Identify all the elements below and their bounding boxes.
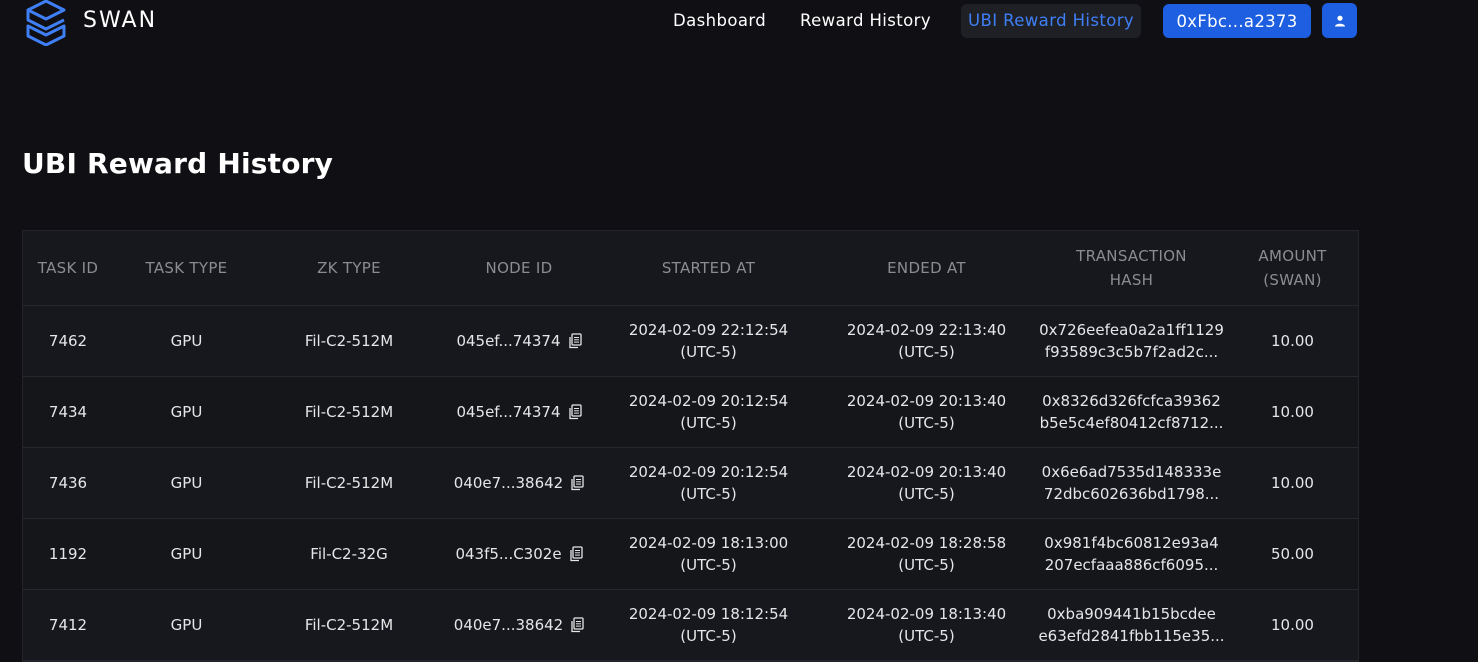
- zk-type-cell: Fil-C2-512M: [260, 305, 438, 377]
- amount-cell: 50.00: [1227, 518, 1358, 590]
- transaction-hash-cell[interactable]: 0x6e6ad7535d148333e 72dbc602636bd1798...: [1036, 447, 1227, 519]
- wallet-address-button[interactable]: 0xFbc...a2373: [1163, 4, 1311, 38]
- node-id-text: 040e7...38642: [453, 615, 564, 634]
- ended-at-cell: 2024-02-09 18:28:58 (UTC-5): [817, 518, 1036, 590]
- user-icon: [1334, 15, 1345, 26]
- task-id-cell: 1192: [23, 518, 113, 590]
- nav-ubi-reward-history[interactable]: UBI Reward History: [961, 4, 1142, 38]
- started-at-cell: 2024-02-09 18:13:00 (UTC-5): [600, 518, 817, 590]
- table-header: TASK ID TASK TYPE ZK TYPE NODE ID STARTE…: [23, 231, 1358, 306]
- node-id-cell: 043f5...C302e: [438, 518, 600, 590]
- header-zk-type: ZK TYPE: [260, 231, 438, 306]
- node-id-text: 045ef...74374: [456, 402, 561, 421]
- ubi-reward-table: TASK ID TASK TYPE ZK TYPE NODE ID STARTE…: [22, 230, 1359, 662]
- nav-dashboard[interactable]: Dashboard: [673, 4, 766, 38]
- table-row[interactable]: 7462 GPU Fil-C2-512M 045ef...74374 2024-…: [23, 305, 1358, 377]
- header-node-id: NODE ID: [438, 231, 600, 306]
- task-id-cell: 7462: [23, 305, 113, 377]
- user-profile-button[interactable]: [1322, 3, 1357, 38]
- copy-icon[interactable]: [568, 404, 582, 420]
- swan-logo-icon: [26, 0, 66, 46]
- copy-icon[interactable]: [568, 333, 582, 349]
- node-id-cell: 045ef...74374: [438, 305, 600, 377]
- transaction-hash-cell[interactable]: 0x8326d326fcfca39362 b5e5c4ef80412cf8712.…: [1036, 376, 1227, 448]
- swan-logo[interactable]: SWAN: [22, 0, 155, 46]
- node-id-text: 040e7...38642: [453, 473, 564, 492]
- amount-cell: 10.00: [1227, 447, 1358, 519]
- header-started-at: STARTED AT: [600, 231, 817, 306]
- task-type-cell: GPU: [113, 305, 260, 377]
- ended-at-cell: 2024-02-09 20:13:40 (UTC-5): [817, 376, 1036, 448]
- table-row[interactable]: 7436 GPU Fil-C2-512M 040e7...38642 2024-…: [23, 447, 1358, 519]
- table-body: 7462 GPU Fil-C2-512M 045ef...74374 2024-…: [23, 305, 1358, 661]
- transaction-hash-cell[interactable]: 0x726eefea0a2a1ff1129 f93589c3c5b7f2ad2c.…: [1036, 305, 1227, 377]
- task-type-cell: GPU: [113, 518, 260, 590]
- started-at-cell: 2024-02-09 22:12:54 (UTC-5): [600, 305, 817, 377]
- header-ended-at: ENDED AT: [817, 231, 1036, 306]
- task-id-cell: 7434: [23, 376, 113, 448]
- zk-type-cell: Fil-C2-512M: [260, 376, 438, 448]
- header-task-id: TASK ID: [23, 231, 113, 306]
- header-amount: AMOUNT (SWAN): [1227, 231, 1358, 306]
- table-row[interactable]: 1192 GPU Fil-C2-32G 043f5...C302e 2024-0…: [23, 518, 1358, 590]
- nav-reward-history[interactable]: Reward History: [800, 4, 931, 38]
- ended-at-cell: 2024-02-09 22:13:40 (UTC-5): [817, 305, 1036, 377]
- header-task-type: TASK TYPE: [113, 231, 260, 306]
- task-type-cell: GPU: [113, 376, 260, 448]
- task-id-cell: 7436: [23, 447, 113, 519]
- header-transaction-hash: TRANSACTION HASH: [1036, 231, 1227, 306]
- top-navigation-bar: SWAN Dashboard Reward History UBI Reward…: [0, 0, 1478, 46]
- node-id-cell: 040e7...38642: [438, 447, 600, 519]
- node-id-text: 045ef...74374: [456, 331, 561, 350]
- amount-cell: 10.00: [1227, 305, 1358, 377]
- started-at-cell: 2024-02-09 20:12:54 (UTC-5): [600, 376, 817, 448]
- page-title: UBI Reward History: [22, 147, 334, 180]
- copy-icon[interactable]: [570, 617, 584, 633]
- ended-at-cell: 2024-02-09 20:13:40 (UTC-5): [817, 447, 1036, 519]
- task-type-cell: GPU: [113, 447, 260, 519]
- amount-cell: 10.00: [1227, 376, 1358, 448]
- copy-icon[interactable]: [570, 475, 584, 491]
- brand-name: SWAN: [83, 8, 158, 33]
- zk-type-cell: Fil-C2-32G: [260, 518, 438, 590]
- copy-icon[interactable]: [569, 546, 583, 562]
- node-id-cell: 045ef...74374: [438, 376, 600, 448]
- transaction-hash-cell[interactable]: 0x981f4bc60812e93a4 207ecfaaa886cf6095...: [1036, 518, 1227, 590]
- started-at-cell: 2024-02-09 20:12:54 (UTC-5): [600, 447, 817, 519]
- node-id-text: 043f5...C302e: [455, 544, 562, 563]
- zk-type-cell: Fil-C2-512M: [260, 447, 438, 519]
- table-row[interactable]: 7434 GPU Fil-C2-512M 045ef...74374 2024-…: [23, 376, 1358, 448]
